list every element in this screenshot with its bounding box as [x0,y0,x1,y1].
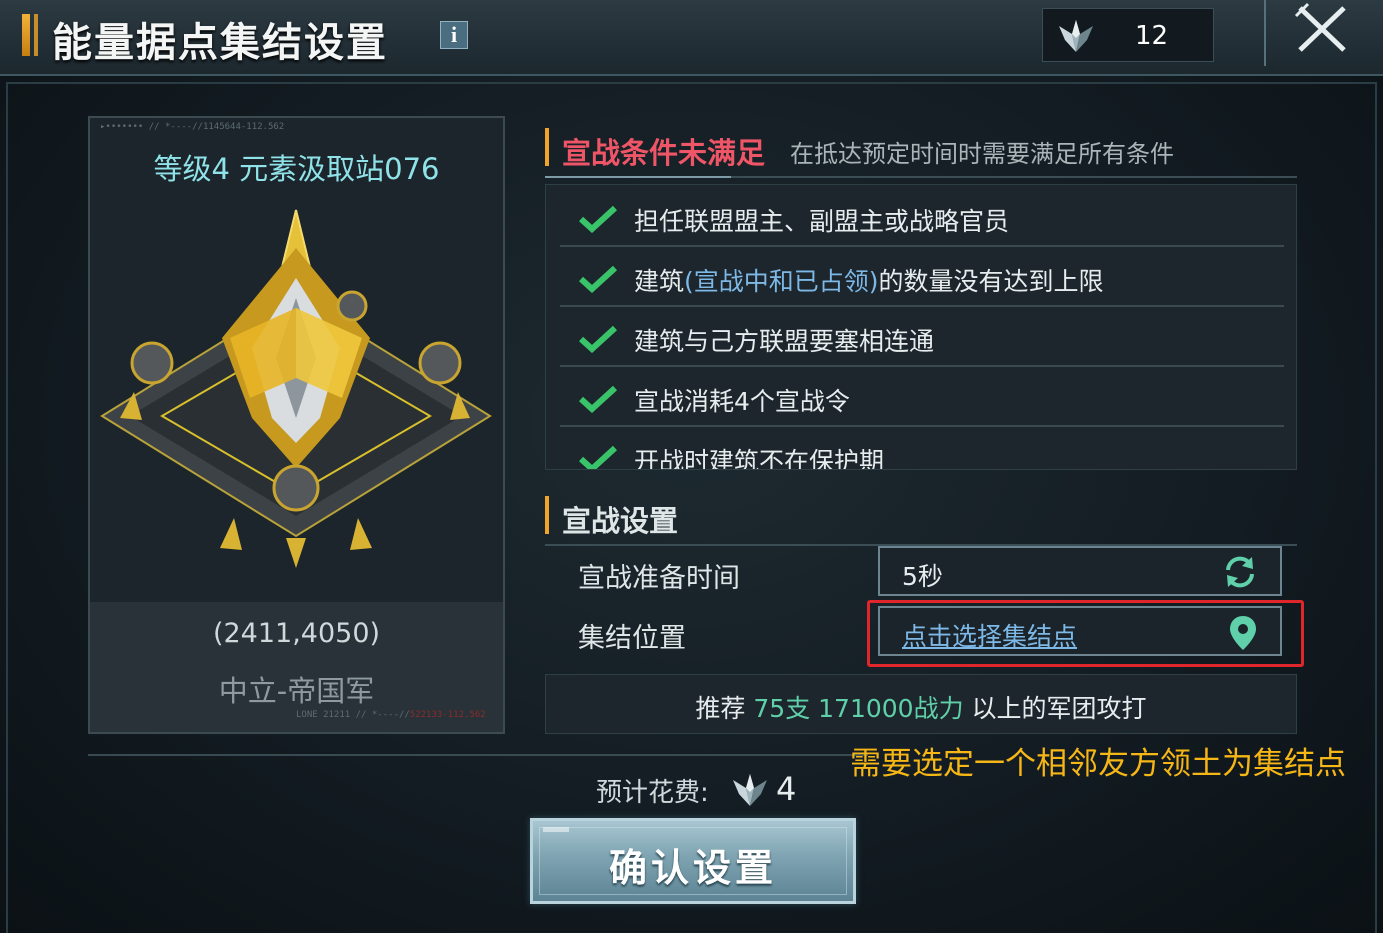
check-icon [578,385,618,413]
card-bottom-decoration-red: 522133-112.562 [409,710,486,720]
prep-time-field[interactable]: 5秒 [878,546,1282,596]
currency-display: 12 [1042,8,1214,62]
card-bottom-decoration: LONE 21211 // *----//522133-112.562 [296,710,486,720]
condition-item: 担任联盟盟主、副盟主或战略官员 [560,187,1284,247]
conditions-divider [545,176,1297,178]
button-corner-tag [543,827,569,832]
conditions-title: 宣战条件未满足 [562,136,766,170]
close-button[interactable] [1264,0,1374,66]
annotation-note: 需要选定一个相邻友方领土为集结点 [850,746,1346,782]
check-icon [578,325,618,353]
title-accent [22,14,30,56]
condition-text-part: 的数量没有达到上限 [878,267,1104,296]
close-icon [1294,2,1346,52]
conditions-list[interactable]: 担任联盟盟主、副盟主或战略官员 建筑(宣战中和已占领)的数量没有达到上限 建筑与… [545,184,1297,470]
condition-item: 宣战消耗4个宣战令 [560,367,1284,427]
condition-text: 建筑与己方联盟要塞相连通 [634,327,935,356]
conditions-title-bar [545,128,549,166]
condition-text: 宣战消耗4个宣战令 [634,387,850,416]
condition-item: 开战时建筑不在保护期 [560,427,1284,470]
header-bar: 能量据点集结设置 i 12 [0,0,1383,76]
condition-item: 建筑与己方联盟要塞相连通 [560,307,1284,367]
war-token-icon [733,774,767,806]
condition-text: 担任联盟盟主、副盟主或战略官员 [634,207,1010,236]
refresh-icon[interactable] [1222,554,1258,590]
card-top-decoration: ▸••••••• // *----//1145644-112.562 [100,122,285,132]
settings-title-bar [545,496,549,534]
confirm-button-label: 确认设置 [608,845,777,890]
rally-settings-screen: 能量据点集结设置 i 12 ▸••••••• // *----//1145644… [0,0,1383,933]
condition-text: 建筑(宣战中和已占领)的数量没有达到上限 [634,262,1104,298]
rally-location-label: 集结位置 [578,623,686,654]
energy-station-illustration [100,209,492,568]
condition-text: 开战时建筑不在保护期 [634,447,885,470]
page-title: 能量据点集结设置 [52,19,388,66]
building-owner: 中立-帝国军 [218,674,375,708]
recommend-highlight: 75支 171000战力 [753,694,964,723]
check-icon [578,205,618,233]
check-icon [578,445,618,469]
currency-value: 12 [1135,21,1169,51]
check-icon [578,265,618,293]
condition-text-highlight: (宣战中和已占领) [684,267,879,296]
settings-title: 宣战设置 [562,504,679,538]
recommendation-banner: 推荐 75支 171000战力 以上的军团攻打 [545,674,1297,734]
annotation-highlight-box [867,600,1304,667]
building-coordinates[interactable]: (2411,4050) [90,618,503,649]
confirm-settings-button[interactable]: 确认设置 [530,818,856,904]
cost-label: 预计花费: [596,778,709,808]
bottom-divider [88,754,868,756]
building-card: ▸••••••• // *----//1145644-112.562 等级4 元… [88,116,505,734]
recommend-prefix: 推荐 [695,694,746,723]
condition-item: 建筑(宣战中和已占领)的数量没有达到上限 [560,247,1284,307]
title-accent-secondary [34,14,38,56]
info-icon[interactable]: i [440,21,468,49]
cost-value: 4 [776,770,797,808]
recommend-suffix: 以上的军团攻打 [971,694,1147,723]
prep-time-label: 宣战准备时间 [578,563,740,594]
condition-text-part: 建筑 [634,267,685,296]
conditions-description: 在抵达预定时间时需要满足所有条件 [790,140,1174,168]
card-bottom-decoration-text: LONE 21211 // *----// [296,710,410,720]
prep-time-value: 5秒 [902,562,943,591]
building-level-name: 等级4 元素汲取站076 [153,152,440,186]
war-token-icon [1059,20,1093,52]
